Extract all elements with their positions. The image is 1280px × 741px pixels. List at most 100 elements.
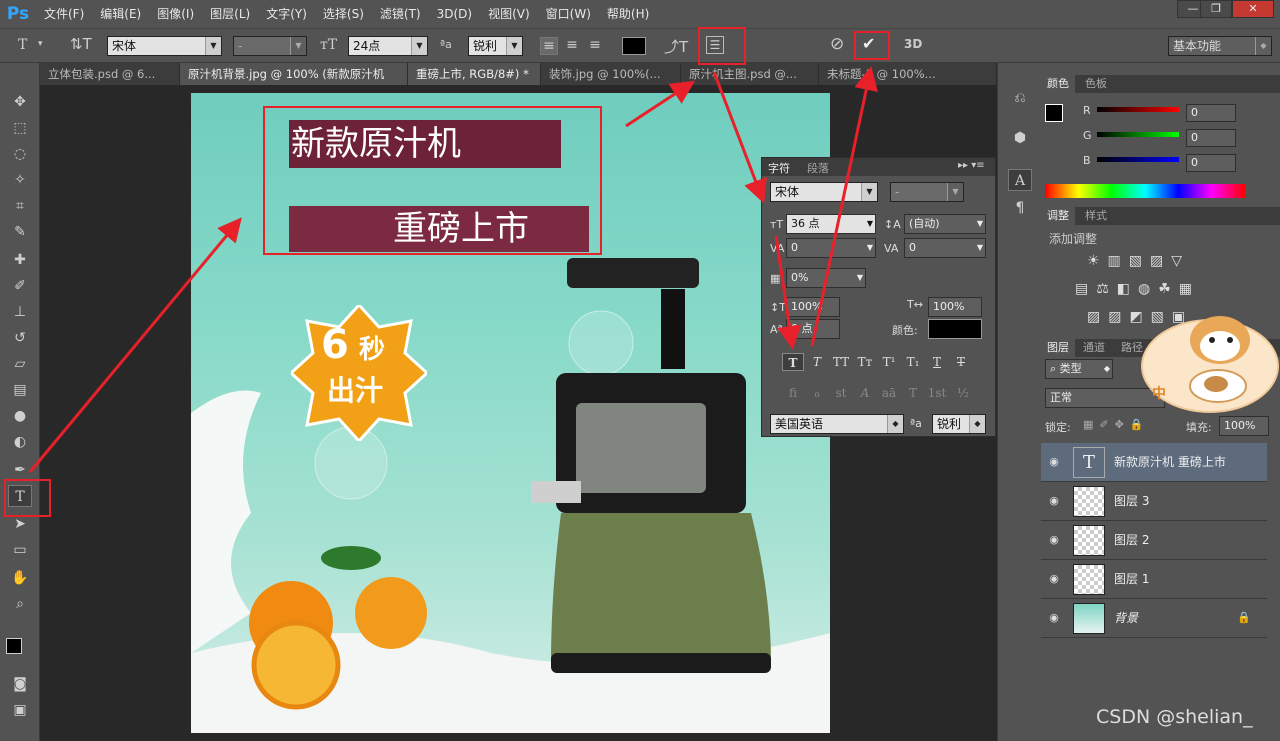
language-select[interactable]: 美国英语 ◆: [770, 414, 904, 434]
magic-wand-tool-icon[interactable]: ✧: [8, 169, 32, 191]
tool-preset-arrow-icon[interactable]: ▾: [38, 39, 43, 49]
move-tool-icon[interactable]: ✥: [8, 91, 32, 113]
align-left-icon[interactable]: ≡: [540, 37, 558, 55]
layer-row-background[interactable]: ◉ 背景 🔒: [1041, 599, 1267, 638]
rectangle-tool-icon[interactable]: ▭: [8, 539, 32, 561]
stylistic-alternates-button[interactable]: A: [854, 384, 876, 402]
3d-panel-icon[interactable]: ⬢: [1008, 127, 1032, 149]
marquee-tool-icon[interactable]: ⬚: [8, 117, 32, 139]
warp-text-icon[interactable]: ⤴T: [664, 36, 688, 57]
tab-3d-package[interactable]: 立体包装.psd @ 6...: [40, 63, 180, 85]
underline-button[interactable]: T: [926, 353, 948, 371]
tab-untitled[interactable]: 未标题-1 @ 100%...: [819, 63, 997, 85]
channel-g-value[interactable]: 0: [1186, 129, 1236, 147]
eraser-tool-icon[interactable]: ▱: [8, 353, 32, 375]
layer-row-1[interactable]: ◉ 图层 1: [1041, 560, 1267, 599]
ligatures-button[interactable]: fi: [782, 384, 804, 402]
tab-color[interactable]: 颜色: [1041, 75, 1075, 93]
channel-r-slider[interactable]: [1097, 107, 1179, 112]
cp-vertical-scale-input[interactable]: 100%: [786, 297, 840, 317]
adjustment-icons-row2[interactable]: ▤⚖◧◍☘▦: [1075, 281, 1200, 297]
tab-layers[interactable]: 图层: [1041, 339, 1075, 357]
eyedropper-tool-icon[interactable]: ✎: [8, 221, 32, 243]
visibility-eye-icon[interactable]: ◉: [1047, 533, 1061, 547]
cp-anti-alias-select[interactable]: 锐利 ◆: [932, 414, 986, 434]
tab-juicer-bg[interactable]: 原汁机背景.jpg @ 100% (新款原汁机: [180, 63, 408, 85]
clone-stamp-tool-icon[interactable]: ⊥: [8, 301, 32, 323]
layer-kind-filter[interactable]: ⌕ 类型 ◆: [1045, 359, 1113, 379]
font-size-select[interactable]: 24点 ▼: [348, 36, 428, 56]
cp-tsume-select[interactable]: 0% ▼: [786, 268, 866, 288]
character-panel-icon[interactable]: A: [1008, 169, 1032, 191]
menu-view[interactable]: 视图(V): [480, 0, 538, 28]
subscript-button[interactable]: T₁: [902, 353, 924, 371]
fill-input[interactable]: 100%: [1219, 416, 1269, 436]
layer-row-3[interactable]: ◉ 图层 3: [1041, 482, 1267, 521]
color-panel-foreground[interactable]: [1045, 104, 1063, 122]
menu-help[interactable]: 帮助(H): [599, 0, 657, 28]
cp-color-swatch[interactable]: [928, 319, 982, 339]
channel-b-value[interactable]: 0: [1186, 154, 1236, 172]
tab-styles[interactable]: 样式: [1079, 207, 1113, 225]
ornaments-button[interactable]: T: [902, 384, 924, 402]
menu-edit[interactable]: 编辑(E): [92, 0, 149, 28]
lock-icons[interactable]: ▦✐✥🔒: [1083, 418, 1150, 431]
layer-row-text[interactable]: ◉ T 新款原汁机 重磅上市: [1041, 443, 1267, 482]
tab-swatches[interactable]: 色板: [1079, 75, 1113, 93]
faux-bold-button[interactable]: T: [782, 353, 804, 371]
align-center-icon[interactable]: ≡: [563, 37, 581, 53]
swash-button[interactable]: st: [830, 384, 852, 402]
menu-file[interactable]: 文件(F): [36, 0, 92, 28]
zoom-tool-icon[interactable]: ⌕: [8, 593, 32, 615]
crop-tool-icon[interactable]: ⌗: [8, 195, 32, 217]
cp-leading-select[interactable]: (自动) ▼: [904, 214, 986, 234]
channel-g-slider[interactable]: [1097, 132, 1179, 137]
brush-tool-icon[interactable]: ✐: [8, 275, 32, 297]
faux-italic-button[interactable]: T: [806, 353, 828, 371]
blur-tool-icon[interactable]: ●: [8, 405, 32, 427]
cp-font-size-select[interactable]: 36 点 ▼: [786, 214, 876, 234]
tab-character[interactable]: 字符: [768, 160, 790, 176]
close-button[interactable]: ✕: [1232, 0, 1274, 18]
layer-row-2[interactable]: ◉ 图层 2: [1041, 521, 1267, 560]
3d-button[interactable]: 3D: [904, 37, 922, 51]
cp-font-style-select[interactable]: - ▼: [890, 182, 964, 202]
menu-image[interactable]: 图像(I): [149, 0, 202, 28]
paragraph-panel-icon[interactable]: ¶: [1008, 197, 1032, 219]
hand-tool-icon[interactable]: ✋: [8, 567, 32, 589]
menu-filter[interactable]: 滤镜(T): [372, 0, 429, 28]
history-brush-tool-icon[interactable]: ↺: [8, 327, 32, 349]
tab-paragraph[interactable]: 段落: [807, 160, 829, 176]
workspace-select[interactable]: 基本功能 ◆: [1168, 36, 1272, 56]
visibility-eye-icon[interactable]: ◉: [1047, 611, 1061, 625]
history-panel-icon[interactable]: ⎌: [1008, 87, 1032, 109]
tab-juicer-main[interactable]: 原汁机主图.psd @...: [681, 63, 819, 85]
visibility-eye-icon[interactable]: ◉: [1047, 572, 1061, 586]
panel-menu-icon[interactable]: ▸▸ ▾≡: [958, 160, 985, 171]
gradient-tool-icon[interactable]: ▤: [8, 379, 32, 401]
color-spectrum[interactable]: [1045, 184, 1245, 198]
menu-layer[interactable]: 图层(L): [202, 0, 258, 28]
superscript-button[interactable]: T¹: [878, 353, 900, 371]
tab-juicer-bg-cont[interactable]: 重磅上市, RGB/8#) *: [408, 63, 541, 85]
menu-type[interactable]: 文字(Y): [258, 0, 315, 28]
align-right-icon[interactable]: ≡: [586, 37, 604, 53]
discretionary-ligatures-button[interactable]: ℴ: [806, 384, 828, 402]
strikethrough-button[interactable]: T: [950, 353, 972, 371]
text-color-swatch[interactable]: [622, 37, 646, 55]
screen-mode-icon[interactable]: ▣: [8, 699, 32, 721]
adjustment-icons-row1[interactable]: ☀▥▧▨▽: [1087, 253, 1190, 269]
tab-adjustments[interactable]: 调整: [1041, 207, 1075, 225]
cp-baseline-shift-input[interactable]: 0 点: [786, 319, 840, 339]
all-caps-button[interactable]: TT: [830, 353, 852, 371]
font-style-select[interactable]: - ▼: [233, 36, 307, 56]
cp-kerning-select[interactable]: 0 ▼: [786, 238, 876, 258]
fractions-button[interactable]: ½: [952, 384, 974, 402]
tab-channels[interactable]: 通道: [1077, 339, 1111, 357]
titling-alternates-button[interactable]: aā: [878, 384, 900, 402]
font-family-select[interactable]: 宋体 ▼: [107, 36, 222, 56]
cancel-edit-icon[interactable]: ⊘: [830, 34, 844, 54]
restore-button[interactable]: ❐: [1200, 0, 1232, 18]
ordinals-button[interactable]: 1st: [926, 384, 948, 402]
cp-font-family-select[interactable]: 宋体 ▼: [770, 182, 878, 202]
